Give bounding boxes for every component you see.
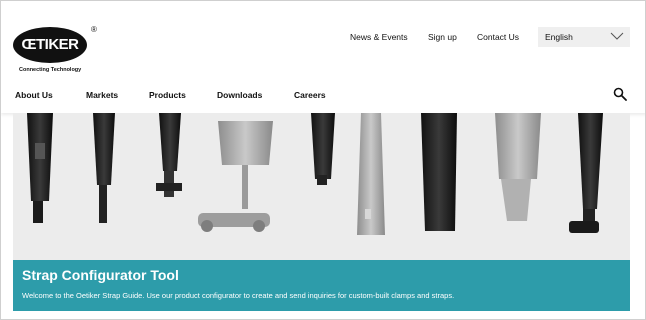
chevron-down-icon (610, 32, 624, 40)
hero-banner: Strap Configurator Tool Welcome to the O… (13, 260, 630, 311)
hero-image (13, 113, 630, 261)
main-nav-markets[interactable]: Markets (86, 90, 118, 100)
registered-mark: ® (91, 25, 97, 34)
top-nav-news-events[interactable]: News & Events (350, 32, 408, 46)
oetiker-logo[interactable]: ŒTIKER ® (13, 25, 97, 63)
brand-tagline: Connecting Technology (19, 67, 82, 73)
language-selected: English (545, 32, 573, 42)
top-nav-contact-us[interactable]: Contact Us (477, 32, 519, 46)
site-header: ŒTIKER ® Connecting Technology News & Ev… (1, 1, 645, 113)
main-nav-about-us[interactable]: About Us (15, 90, 53, 100)
main-nav-products[interactable]: Products (149, 90, 186, 100)
language-select[interactable]: English (538, 27, 630, 47)
hero-title: Strap Configurator Tool (22, 267, 179, 283)
top-nav-sign-up[interactable]: Sign up (428, 32, 457, 46)
main-nav-careers[interactable]: Careers (294, 90, 326, 100)
search-icon[interactable] (613, 87, 627, 101)
strap-samples-image (13, 113, 630, 261)
page-frame: ŒTIKER ® Connecting Technology News & Ev… (0, 0, 646, 320)
logo-wordmark: ŒTIKER (13, 27, 87, 63)
hero-subtitle: Welcome to the Oetiker Strap Guide. Use … (22, 291, 455, 300)
main-nav-downloads[interactable]: Downloads (217, 90, 262, 100)
